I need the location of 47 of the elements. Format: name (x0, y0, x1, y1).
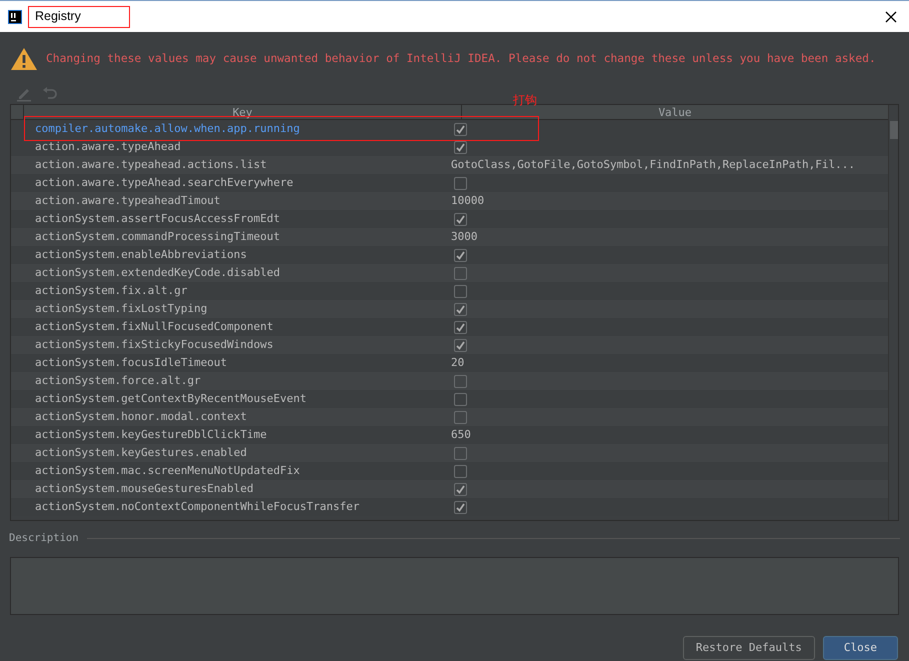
checkbox[interactable] (454, 212, 467, 226)
checkbox[interactable] (454, 446, 467, 460)
key-cell[interactable]: compiler.automake.allow.when.app.running (11, 120, 449, 138)
checkbox[interactable] (454, 284, 467, 298)
checkbox[interactable] (454, 266, 467, 280)
checkbox[interactable] (454, 338, 467, 352)
value-cell[interactable]: 10000 (451, 194, 484, 207)
checkbox[interactable] (454, 176, 467, 190)
value-cell[interactable]: 20 (451, 356, 464, 369)
checkbox[interactable] (454, 320, 467, 334)
section-label: Description (9, 531, 79, 546)
value-cell[interactable]: GotoClass,GotoFile,GotoSymbol,FindInPath,ReplaceInPath,Fil... (451, 158, 855, 171)
value-cell[interactable]: 3000 (451, 230, 478, 243)
checkbox[interactable] (454, 248, 467, 262)
key-cell[interactable]: actionSystem.getContextByRecentMouseEvent (11, 390, 449, 408)
close-button[interactable]: Close (822, 636, 898, 660)
warning-text: Changing these values may cause unwanted behavior of IntelliJ IDEA. Please do not change these unless you have been asked. (46, 50, 876, 67)
checkbox[interactable] (454, 122, 467, 136)
checkbox[interactable] (454, 482, 467, 496)
checkbox[interactable] (454, 410, 467, 424)
app-logo-icon (8, 10, 22, 24)
column-header[interactable]: Key (23, 105, 461, 119)
key-cell[interactable]: actionSystem.mac.screenMenuNotUpdatedFix (11, 462, 449, 480)
restore-button[interactable]: Restore Defaults (682, 636, 815, 660)
checkbox[interactable] (454, 500, 467, 514)
checkbox[interactable] (454, 392, 467, 406)
checkbox[interactable] (454, 374, 467, 388)
warning-icon (10, 47, 38, 71)
key-cell[interactable]: actionSystem.assertFocusAccessFromEdt (11, 210, 449, 228)
key-cell[interactable]: action.aware.typeahead.actions.list (11, 156, 449, 174)
key-cell[interactable]: actionSystem.commandProcessingTimeout (11, 228, 449, 246)
scrollbar[interactable] (888, 105, 898, 520)
key-cell[interactable]: actionSystem.fix.alt.gr (11, 282, 449, 300)
key-cell[interactable]: actionSystem.fixNullFocusedComponent (11, 318, 449, 336)
value-cell[interactable]: 650 (451, 428, 471, 441)
key-cell[interactable]: actionSystem.keyGestureDblClickTime (11, 426, 449, 444)
window-title: Registry (34, 8, 82, 26)
key-cell[interactable]: actionSystem.focusIdleTimeout (11, 354, 449, 372)
checkbox[interactable] (454, 464, 467, 478)
close-icon[interactable] (885, 10, 897, 22)
key-cell[interactable]: action.aware.typeAhead.searchEverywhere (11, 174, 449, 192)
key-cell[interactable]: actionSystem.noContextComponentWhileFocusTransfer (11, 498, 449, 516)
checkbox[interactable] (454, 302, 467, 316)
checkbox[interactable] (454, 140, 467, 154)
key-cell[interactable]: action.aware.typeaheadTimout (11, 192, 449, 210)
key-cell[interactable]: actionSystem.enableAbbreviations (11, 246, 449, 264)
key-cell[interactable]: action.aware.typeAhead (11, 138, 449, 156)
